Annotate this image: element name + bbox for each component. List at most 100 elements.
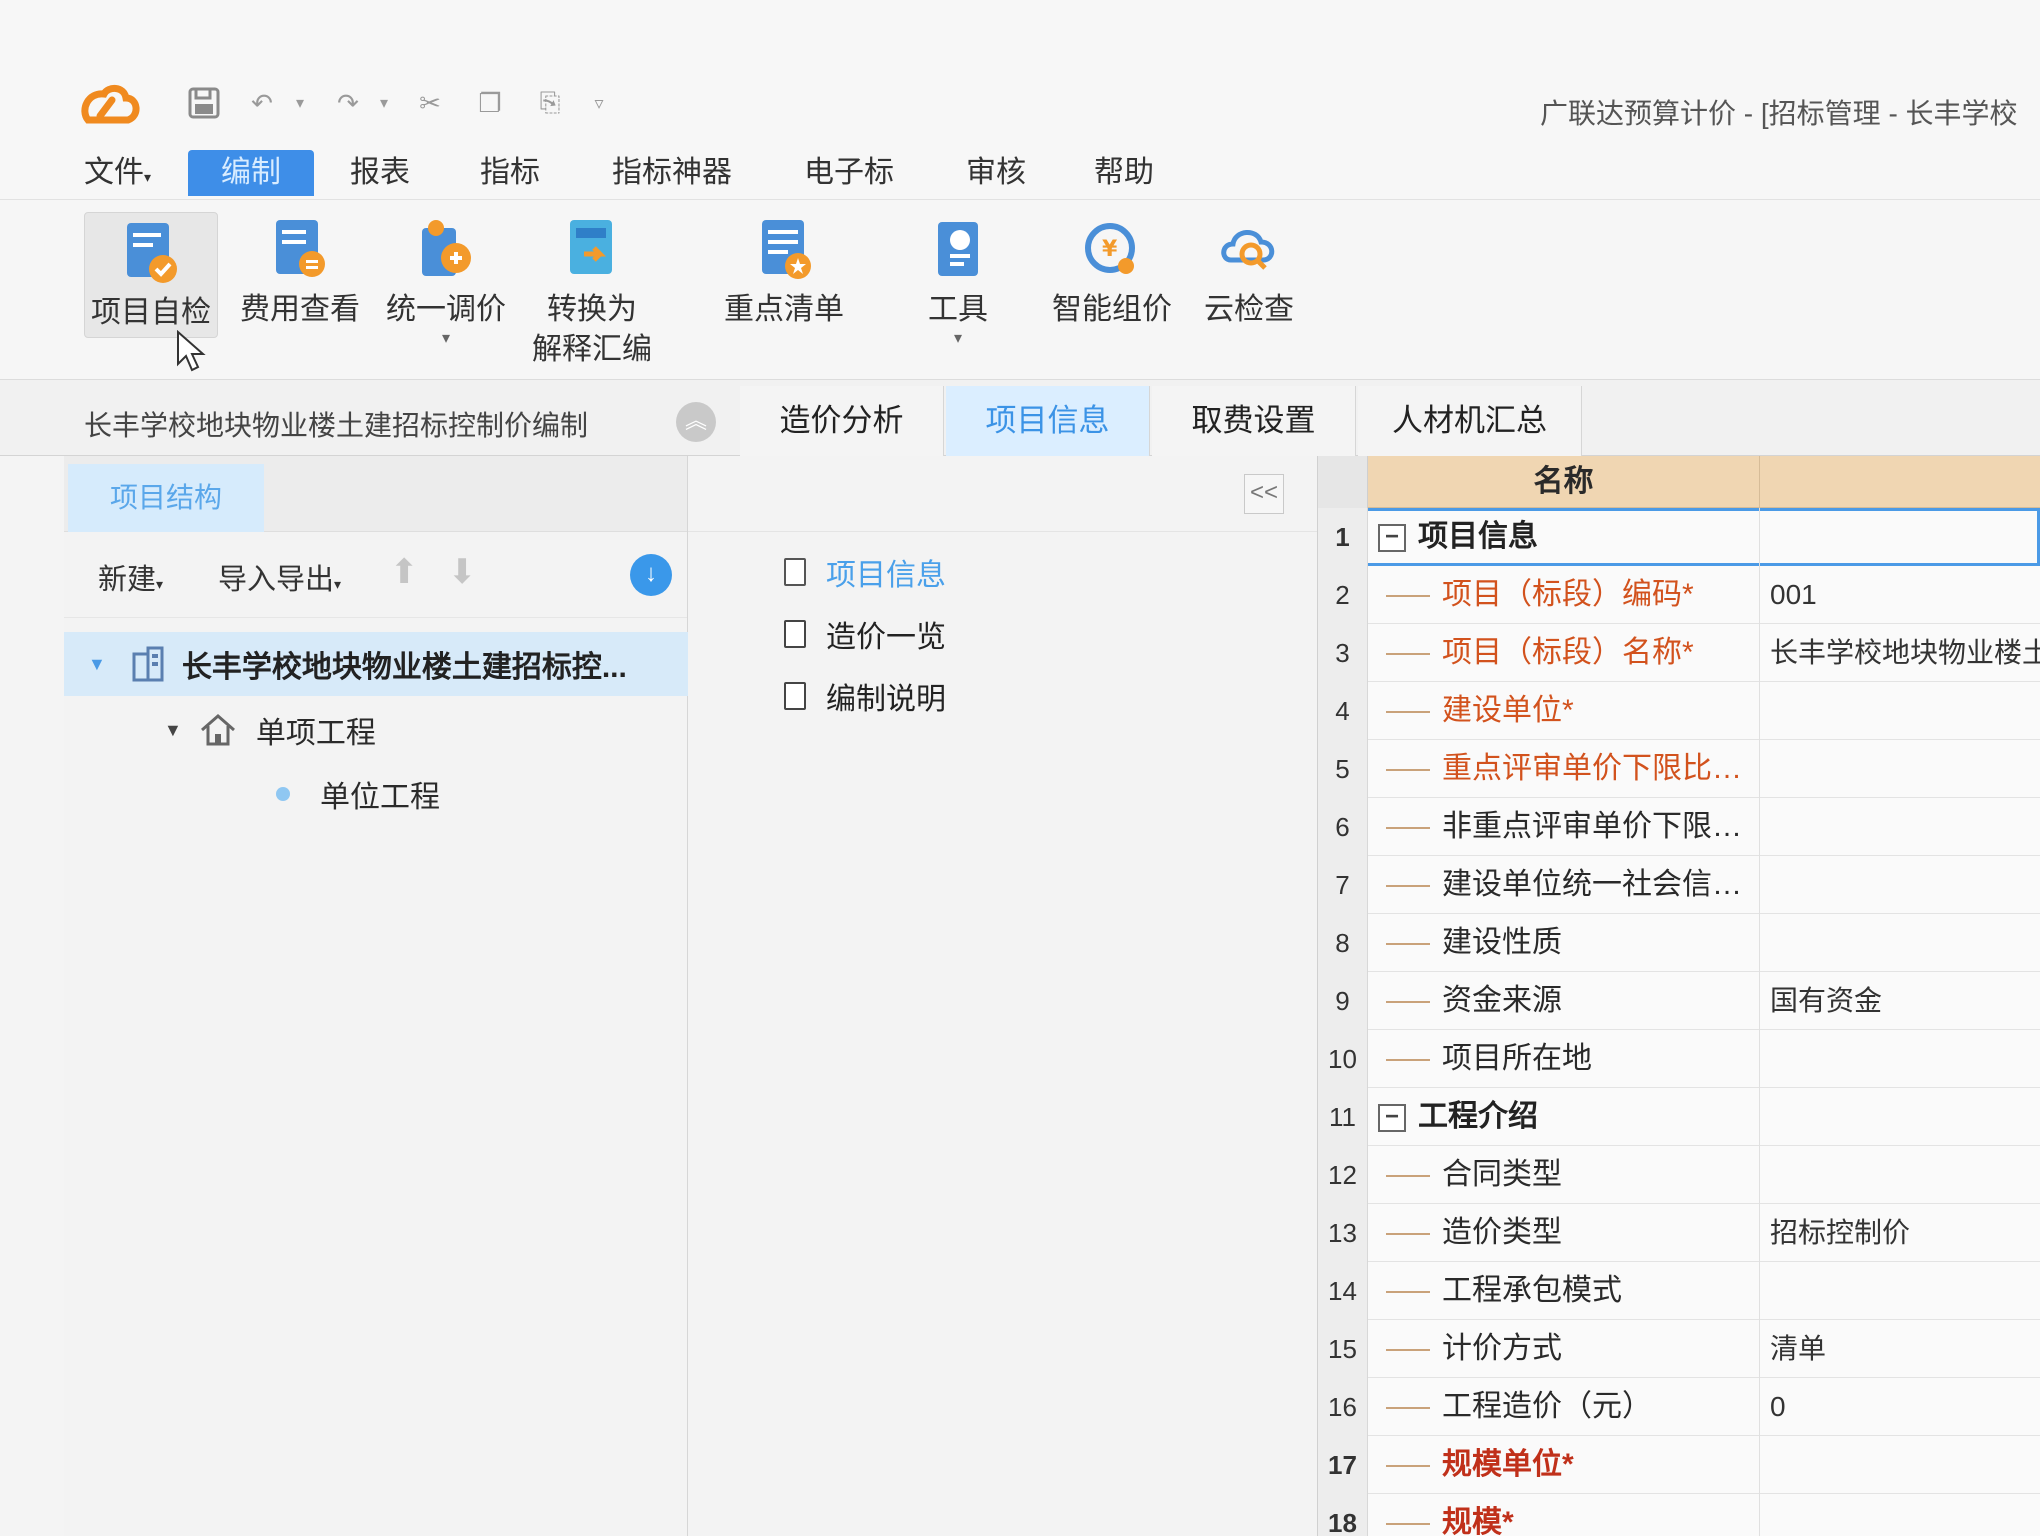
tab-cost-analysis[interactable]: 造价分析 xyxy=(740,386,944,456)
tree-node-project[interactable]: ▼ 长丰学校地块物业楼土建招标控... xyxy=(64,632,688,696)
grid-row[interactable]: 7 建设单位统一社会信… xyxy=(1318,856,2040,914)
row-value-cell[interactable] xyxy=(1760,1262,2040,1320)
row-name-cell[interactable]: 合同类型 xyxy=(1368,1146,1760,1204)
grid-row[interactable]: 13 造价类型 招标控制价 xyxy=(1318,1204,2040,1262)
row-value-cell[interactable] xyxy=(1760,682,2040,740)
grid-row[interactable]: 17 规模单位* xyxy=(1318,1436,2040,1494)
undo-icon[interactable]: ↶ xyxy=(244,86,280,120)
grid-row[interactable]: 18 规模* xyxy=(1318,1494,2040,1536)
row-name-cell[interactable]: 资金来源 xyxy=(1368,972,1760,1030)
cloud-check-button[interactable]: 云检查 xyxy=(1204,214,1294,330)
undo-dropdown-icon[interactable]: ▾ xyxy=(290,86,310,120)
row-name-cell[interactable]: 建设单位统一社会信… xyxy=(1368,856,1760,914)
row-name-cell[interactable]: − 工程介绍 xyxy=(1368,1088,1760,1146)
row-value-cell[interactable] xyxy=(1760,1088,2040,1146)
row-value-cell[interactable] xyxy=(1760,914,2040,972)
row-name-cell[interactable]: 规模* xyxy=(1368,1494,1760,1536)
row-name-cell[interactable]: 项目（标段）名称* xyxy=(1368,624,1760,682)
row-name-cell[interactable]: − 项目信息 xyxy=(1368,508,1760,566)
nav-compilation-notes[interactable]: 编制说明 xyxy=(784,674,946,718)
nav-cost-overview[interactable]: 造价一览 xyxy=(784,612,946,656)
import-export-button[interactable]: 导入导出▾ xyxy=(218,556,341,598)
collapse-minus-icon[interactable]: − xyxy=(1378,1104,1406,1133)
row-name-cell[interactable]: 重点评审单价下限比… xyxy=(1368,740,1760,798)
row-name-cell[interactable]: 非重点评审单价下限… xyxy=(1368,798,1760,856)
grid-row[interactable]: 4 建设单位* xyxy=(1318,682,2040,740)
row-name-cell[interactable]: 项目（标段）编码* xyxy=(1368,566,1760,624)
grid-row[interactable]: 3 项目（标段）名称* 长丰学校地块物业楼土 xyxy=(1318,624,2040,682)
menu-indicator-tool[interactable]: 指标神器 xyxy=(604,150,740,196)
grid-row[interactable]: 2 项目（标段）编码* 001 xyxy=(1318,566,2040,624)
key-list-button[interactable]: 重点清单 xyxy=(724,214,844,330)
grid-row[interactable]: 14 工程承包模式 xyxy=(1318,1262,2040,1320)
row-value-cell[interactable] xyxy=(1760,740,2040,798)
menu-file[interactable]: 文件▾ xyxy=(76,150,159,196)
menu-e-bid[interactable]: 电子标 xyxy=(796,150,902,196)
copy-icon[interactable]: ❐ xyxy=(470,86,510,120)
redo-dropdown-icon[interactable]: ▾ xyxy=(374,86,394,120)
tab-material-summary[interactable]: 人材机汇总 xyxy=(1358,386,1582,456)
expand-arrow-icon[interactable]: ▼ xyxy=(164,720,182,741)
grid-row[interactable]: 15 计价方式 清单 xyxy=(1318,1320,2040,1378)
row-value-cell[interactable] xyxy=(1760,1436,2040,1494)
new-button[interactable]: 新建▾ xyxy=(98,556,163,598)
menu-edit[interactable]: 编制 xyxy=(188,150,314,196)
row-name-cell[interactable]: 造价类型 xyxy=(1368,1204,1760,1262)
menu-help[interactable]: 帮助 xyxy=(1086,150,1162,196)
cost-view-button[interactable]: 费用查看 xyxy=(240,214,360,330)
row-name-cell[interactable]: 建设性质 xyxy=(1368,914,1760,972)
expand-arrow-icon[interactable]: ▼ xyxy=(88,654,106,675)
redo-icon[interactable]: ↷ xyxy=(330,86,366,120)
row-value-cell[interactable] xyxy=(1760,798,2040,856)
row-name-cell[interactable]: 建设单位* xyxy=(1368,682,1760,740)
move-down-icon[interactable]: ⬇ xyxy=(448,552,477,592)
nav-project-info[interactable]: 项目信息 xyxy=(784,550,946,594)
smart-pricing-button[interactable]: ¥ 智能组价 xyxy=(1052,214,1172,330)
app-logo-icon[interactable] xyxy=(78,82,142,132)
customize-icon[interactable]: ▿ xyxy=(588,86,610,120)
menu-indicators[interactable]: 指标 xyxy=(472,150,548,196)
column-header-value[interactable] xyxy=(1760,456,2040,508)
grid-row[interactable]: 6 非重点评审单价下限… xyxy=(1318,798,2040,856)
tab-fee-settings[interactable]: 取费设置 xyxy=(1152,386,1356,456)
row-value-cell[interactable] xyxy=(1760,1146,2040,1204)
row-value-cell[interactable]: 国有资金 xyxy=(1760,972,2040,1030)
column-header-name[interactable]: 名称 xyxy=(1368,456,1760,508)
row-name-cell[interactable]: 计价方式 xyxy=(1368,1320,1760,1378)
tab-project-structure[interactable]: 项目结构 xyxy=(68,464,264,532)
collapse-up-icon[interactable]: ︽ xyxy=(676,402,716,442)
row-value-cell[interactable]: 长丰学校地块物业楼土 xyxy=(1760,624,2040,682)
move-up-icon[interactable]: ⬆ xyxy=(390,552,419,592)
tree-node-unit-project[interactable]: 单位工程 xyxy=(64,762,688,826)
row-value-cell[interactable]: 001 xyxy=(1760,566,2040,624)
row-value-cell[interactable]: 0 xyxy=(1760,1378,2040,1436)
convert-explanation-button[interactable]: 转换为 解释汇编 xyxy=(532,214,652,370)
save-icon[interactable] xyxy=(184,86,224,120)
collapse-left-icon[interactable]: << xyxy=(1244,474,1284,514)
row-value-cell[interactable] xyxy=(1760,856,2040,914)
row-value-cell[interactable] xyxy=(1760,1494,2040,1536)
grid-row[interactable]: 9 资金来源 国有资金 xyxy=(1318,972,2040,1030)
row-value-cell[interactable]: 招标控制价 xyxy=(1760,1204,2040,1262)
grid-row[interactable]: 5 重点评审单价下限比… xyxy=(1318,740,2040,798)
row-name-cell[interactable]: 规模单位* xyxy=(1368,1436,1760,1494)
tools-button[interactable]: 工具 ▾ xyxy=(926,214,990,348)
collapse-minus-icon[interactable]: − xyxy=(1378,524,1406,553)
tree-node-single-project[interactable]: ▼ 单项工程 xyxy=(64,698,688,762)
row-value-cell[interactable] xyxy=(1760,1030,2040,1088)
download-icon[interactable]: ↓ xyxy=(630,554,672,596)
menu-reports[interactable]: 报表 xyxy=(342,150,418,196)
grid-row[interactable]: 11 − 工程介绍 xyxy=(1318,1088,2040,1146)
tab-project-info[interactable]: 项目信息 xyxy=(946,386,1150,456)
project-self-check-button[interactable]: 项目自检 xyxy=(84,212,218,338)
grid-row[interactable]: 12 合同类型 xyxy=(1318,1146,2040,1204)
grid-row[interactable]: 10 项目所在地 xyxy=(1318,1030,2040,1088)
grid-row[interactable]: 8 建设性质 xyxy=(1318,914,2040,972)
row-name-cell[interactable]: 工程承包模式 xyxy=(1368,1262,1760,1320)
row-name-cell[interactable]: 项目所在地 xyxy=(1368,1030,1760,1088)
paste-icon[interactable]: ⎘ xyxy=(530,86,570,120)
grid-row[interactable]: 16 工程造价（元） 0 xyxy=(1318,1378,2040,1436)
row-value-cell[interactable]: 清单 xyxy=(1760,1320,2040,1378)
grid-row[interactable]: 1 − 项目信息 xyxy=(1318,508,2040,566)
cut-icon[interactable]: ✂ xyxy=(410,86,450,120)
